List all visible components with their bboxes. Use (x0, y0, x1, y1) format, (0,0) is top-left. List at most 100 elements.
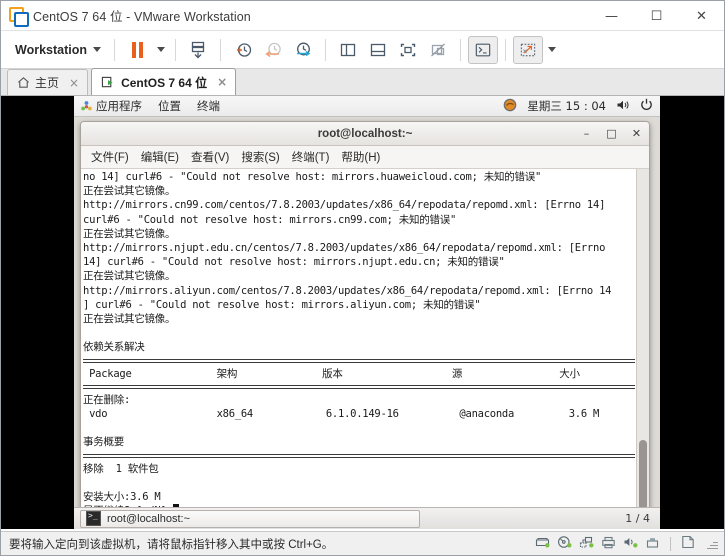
gnome-applications-menu[interactable]: 应用程序 (81, 98, 142, 114)
hard-disk-icon[interactable] (535, 536, 550, 552)
network-adapter-icon[interactable] (579, 536, 594, 552)
vmware-workstation-window: CentOS 7 64 位 - VMware Workstation — ☐ ✕… (0, 0, 725, 556)
tab-home-label: 主页 (35, 76, 60, 90)
snapshot-button[interactable] (183, 36, 213, 64)
resize-grip-icon[interactable] (706, 538, 718, 550)
unity-off-icon (431, 43, 445, 56)
vm-display-area[interactable]: 应用程序 位置 终端 星期三 15 : 04 root@localhost:~ … (1, 96, 724, 529)
terminal-line: 正在尝试其它镜像。 (83, 185, 176, 198)
terminal-maximize-button[interactable]: □ (599, 128, 624, 139)
terminal-minimize-button[interactable]: – (574, 128, 599, 139)
workstation-menu-label: Workstation (15, 42, 87, 57)
terminal-line: curl#6 - "Could not resolve host: mirror… (83, 213, 457, 226)
taskbar-item-terminal[interactable]: root@localhost:~ (80, 509, 420, 528)
terminal-line: no 14] curl#6 - "Could not resolve host:… (83, 171, 542, 183)
window-title: CentOS 7 64 位 - VMware Workstation (33, 10, 251, 24)
gnome-applications-label: 应用程序 (96, 101, 142, 113)
message-log-icon[interactable] (681, 535, 695, 552)
terminal-rule (83, 384, 635, 389)
show-thumbnail-bar-button[interactable] (363, 36, 393, 64)
terminal-line: 正在尝试其它镜像。 (83, 270, 176, 283)
terminal-window[interactable]: root@localhost:~ – □ ✕ 文件(F) 编辑(E) 查看(V)… (80, 121, 650, 518)
terminal-text: no 14] curl#6 - "Could not resolve host:… (83, 170, 635, 517)
power-icon[interactable] (640, 98, 653, 114)
status-message: 要将输入定向到该虚拟机，请将鼠标指针移入其中或按 Ctrl+G。 (9, 538, 334, 551)
volume-icon[interactable] (616, 99, 630, 114)
menu-view[interactable]: 查看(V) (185, 147, 235, 167)
menu-search[interactable]: 搜索(S) (235, 147, 285, 167)
menu-terminal[interactable]: 终端(T) (286, 147, 336, 167)
guest-desktop[interactable]: 应用程序 位置 终端 星期三 15 : 04 root@localhost:~ … (74, 96, 660, 529)
take-snapshot-button[interactable] (228, 36, 258, 64)
toolbar-divider (325, 38, 326, 61)
terminal-line: ] curl#6 - "Could not resolve host: mirr… (83, 298, 481, 311)
toolbar-divider (114, 38, 115, 61)
vm-screen-icon (101, 76, 113, 87)
terminal-window-controls: – □ ✕ (574, 122, 649, 145)
menu-file[interactable]: 文件(F) (85, 147, 135, 167)
stretch-guest-button[interactable] (513, 35, 543, 64)
status-bar: 要将输入定向到该虚拟机，请将鼠标指针移入其中或按 Ctrl+G。 (1, 531, 724, 555)
full-screen-button[interactable] (393, 36, 423, 64)
cd-dvd-icon[interactable] (557, 535, 572, 552)
pause-icon (131, 41, 143, 58)
gnome-places-menu[interactable]: 位置 (158, 98, 181, 114)
workstation-menu-button[interactable]: Workstation (7, 40, 107, 60)
terminal-rule (83, 453, 635, 458)
usb-device-icon[interactable] (645, 536, 660, 552)
unity-mode-button[interactable] (423, 36, 453, 64)
show-sidebar-button[interactable] (333, 36, 363, 64)
gnome-clock[interactable]: 星期三 15 : 04 (527, 98, 606, 114)
terminal-line-dependency: 依赖关系解决 (83, 341, 145, 354)
tab-home[interactable]: 主页 × (7, 69, 89, 95)
close-icon: ✕ (696, 8, 707, 24)
workspace-indicator[interactable]: 1 / 4 (625, 512, 656, 525)
toolbar-divider (460, 38, 461, 61)
toolbar-divider (220, 38, 221, 61)
terminal-output-area[interactable]: no 14] curl#6 - "Could not resolve host:… (81, 169, 649, 517)
maximize-icon: ☐ (650, 8, 663, 24)
menu-edit[interactable]: 编辑(E) (135, 147, 185, 167)
terminal-close-button[interactable]: ✕ (624, 128, 649, 139)
gnome-panel-tray: 星期三 15 : 04 (503, 98, 653, 115)
sound-card-icon[interactable] (623, 536, 638, 552)
printer-icon[interactable] (601, 536, 616, 552)
snapshot-manager-button[interactable] (288, 36, 318, 64)
pause-vm-button[interactable] (122, 36, 152, 64)
terminal-install-size: 安装大小:3.6 M (83, 491, 161, 504)
pause-dropdown-button[interactable] (152, 36, 168, 64)
gnome-top-panel: 应用程序 位置 终端 星期三 15 : 04 (74, 96, 660, 117)
gnome-terminal-menu[interactable]: 终端 (197, 98, 220, 114)
terminal-scrollbar-thumb[interactable] (639, 440, 647, 511)
home-icon (18, 77, 29, 88)
window-titlebar: CentOS 7 64 位 - VMware Workstation — ☐ ✕ (1, 1, 724, 31)
tab-centos-close-icon[interactable]: × (215, 76, 229, 88)
terminal-rule (83, 358, 635, 363)
tab-centos[interactable]: CentOS 7 64 位 × (91, 68, 237, 95)
revert-snapshot-button[interactable] (258, 36, 288, 64)
maximize-button[interactable]: ☐ (634, 1, 679, 31)
terminal-scrollbar[interactable] (636, 169, 649, 517)
network-manager-icon[interactable] (503, 98, 517, 115)
terminal-prompt-icon (475, 43, 491, 56)
terminal-menubar: 文件(F) 编辑(E) 查看(V) 搜索(S) 终端(T) 帮助(H) (81, 146, 649, 169)
snapshot-icon (191, 41, 205, 59)
tab-centos-label: CentOS 7 64 位 (121, 75, 208, 90)
tab-home-close-icon[interactable]: × (67, 77, 81, 89)
menu-help[interactable]: 帮助(H) (335, 147, 386, 167)
minimize-button[interactable]: — (589, 1, 634, 31)
chevron-down-icon (93, 47, 101, 52)
terminal-line: 正在尝试其它镜像。 (83, 313, 176, 326)
toolbar-divider (175, 38, 176, 61)
toolbar-divider (505, 38, 506, 61)
terminal-line: http://mirrors.njupt.edu.cn/centos/7.8.2… (83, 242, 606, 255)
terminal-package-row: vdo x86_64 6.1.0.149-16 @anaconda 3.6 M (83, 408, 600, 421)
fullscreen-icon (400, 43, 416, 56)
terminal-line: 正在尝试其它镜像。 (83, 227, 176, 240)
sidebar-panel-icon (340, 43, 356, 56)
close-button[interactable]: ✕ (679, 1, 724, 31)
terminal-remove-summary: 移除 1 软件包 (83, 462, 159, 475)
stretch-dropdown-button[interactable] (543, 36, 559, 64)
console-view-button[interactable] (468, 35, 498, 64)
